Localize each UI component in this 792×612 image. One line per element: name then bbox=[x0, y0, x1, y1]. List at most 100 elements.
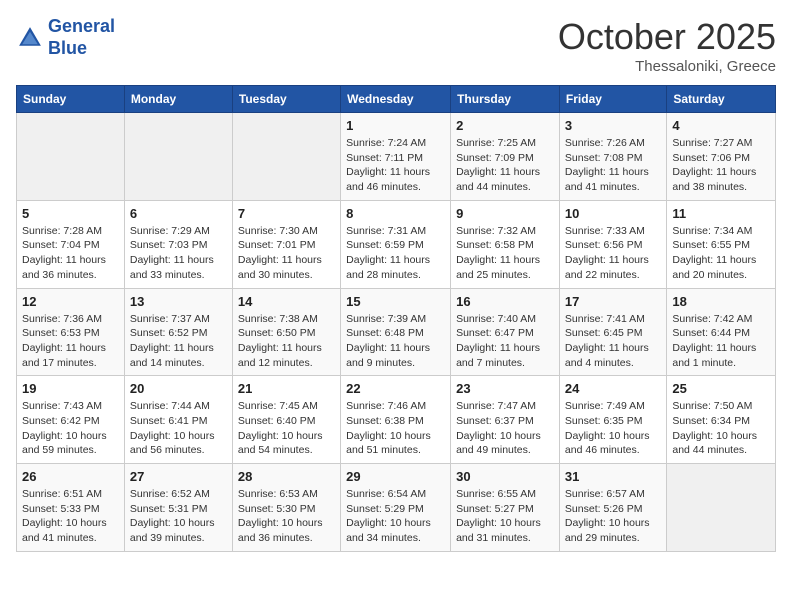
day-number: 15 bbox=[346, 294, 445, 309]
day-number: 22 bbox=[346, 381, 445, 396]
day-info: Sunrise: 7:42 AM Sunset: 6:44 PM Dayligh… bbox=[672, 312, 770, 371]
day-number: 23 bbox=[456, 381, 554, 396]
day-info: Sunrise: 7:34 AM Sunset: 6:55 PM Dayligh… bbox=[672, 224, 770, 283]
calendar-cell: 21 Sunrise: 7:45 AM Sunset: 6:40 PM Dayli… bbox=[232, 376, 340, 464]
day-info: Sunrise: 6:51 AM Sunset: 5:33 PM Dayligh… bbox=[22, 487, 119, 546]
day-number: 5 bbox=[22, 206, 119, 221]
day-info: Sunrise: 7:50 AM Sunset: 6:34 PM Dayligh… bbox=[672, 399, 770, 458]
calendar-week-row: 12Sunrise: 7:36 AM Sunset: 6:53 PM Dayli… bbox=[17, 288, 776, 376]
day-info: Sunrise: 7:36 AM Sunset: 6:53 PM Dayligh… bbox=[22, 312, 119, 371]
day-number: 8 bbox=[346, 206, 445, 221]
logo-line2: Blue bbox=[48, 38, 87, 58]
calendar-header: SundayMondayTuesdayWednesdayThursdayFrid… bbox=[17, 86, 776, 113]
calendar-cell: 26 Sunrise: 6:51 AM Sunset: 5:33 PM Dayli… bbox=[17, 464, 125, 552]
day-number: 29 bbox=[346, 469, 445, 484]
logo: General Blue bbox=[16, 16, 115, 59]
location: Thessaloniki, Greece bbox=[558, 58, 776, 75]
logo-icon bbox=[16, 24, 44, 52]
calendar-cell bbox=[232, 113, 340, 201]
calendar-cell: 27Sunrise: 6:52 AM Sunset: 5:31 PM Dayli… bbox=[124, 464, 232, 552]
day-info: Sunrise: 7:25 AM Sunset: 7:09 PM Dayligh… bbox=[456, 136, 554, 195]
day-number: 20 bbox=[130, 381, 227, 396]
day-number: 30 bbox=[456, 469, 554, 484]
day-info: Sunrise: 6:57 AM Sunset: 5:26 PM Dayligh… bbox=[565, 487, 661, 546]
day-info: Sunrise: 7:27 AM Sunset: 7:06 PM Dayligh… bbox=[672, 136, 770, 195]
logo-text: General Blue bbox=[48, 16, 115, 59]
month-title: October 2025 bbox=[558, 16, 776, 58]
weekday-header: Wednesday bbox=[341, 86, 451, 113]
calendar-cell: 1 Sunrise: 7:24 AM Sunset: 7:11 PM Daylig… bbox=[341, 113, 451, 201]
calendar-cell: 13 Sunrise: 7:37 AM Sunset: 6:52 PM Dayli… bbox=[124, 288, 232, 376]
calendar-cell: 31Sunrise: 6:57 AM Sunset: 5:26 PM Dayli… bbox=[559, 464, 666, 552]
calendar-cell: 29 Sunrise: 6:54 AM Sunset: 5:29 PM Dayli… bbox=[341, 464, 451, 552]
calendar-cell: 23 Sunrise: 7:47 AM Sunset: 6:37 PM Dayli… bbox=[451, 376, 560, 464]
logo-line1: General bbox=[48, 16, 115, 36]
calendar-cell: 19 Sunrise: 7:43 AM Sunset: 6:42 PM Dayli… bbox=[17, 376, 125, 464]
day-info: Sunrise: 7:37 AM Sunset: 6:52 PM Dayligh… bbox=[130, 312, 227, 371]
page-header: General Blue October 2025 Thessaloniki, … bbox=[16, 16, 776, 75]
day-info: Sunrise: 6:52 AM Sunset: 5:31 PM Dayligh… bbox=[130, 487, 227, 546]
calendar-cell: 9 Sunrise: 7:32 AM Sunset: 6:58 PM Daylig… bbox=[451, 200, 560, 288]
calendar-cell: 11 Sunrise: 7:34 AM Sunset: 6:55 PM Dayli… bbox=[667, 200, 776, 288]
day-number: 26 bbox=[22, 469, 119, 484]
day-info: Sunrise: 7:41 AM Sunset: 6:45 PM Dayligh… bbox=[565, 312, 661, 371]
day-number: 13 bbox=[130, 294, 227, 309]
calendar-week-row: 26 Sunrise: 6:51 AM Sunset: 5:33 PM Dayli… bbox=[17, 464, 776, 552]
calendar-cell: 5 Sunrise: 7:28 AM Sunset: 7:04 PM Daylig… bbox=[17, 200, 125, 288]
day-info: Sunrise: 7:30 AM Sunset: 7:01 PM Dayligh… bbox=[238, 224, 335, 283]
day-info: Sunrise: 7:33 AM Sunset: 6:56 PM Dayligh… bbox=[565, 224, 661, 283]
day-info: Sunrise: 7:32 AM Sunset: 6:58 PM Dayligh… bbox=[456, 224, 554, 283]
calendar-cell: 3Sunrise: 7:26 AM Sunset: 7:08 PM Daylig… bbox=[559, 113, 666, 201]
calendar-cell: 2Sunrise: 7:25 AM Sunset: 7:09 PM Daylig… bbox=[451, 113, 560, 201]
weekday-header: Monday bbox=[124, 86, 232, 113]
day-number: 17 bbox=[565, 294, 661, 309]
calendar-cell: 22Sunrise: 7:46 AM Sunset: 6:38 PM Dayli… bbox=[341, 376, 451, 464]
calendar-week-row: 1 Sunrise: 7:24 AM Sunset: 7:11 PM Daylig… bbox=[17, 113, 776, 201]
day-number: 16 bbox=[456, 294, 554, 309]
title-block: October 2025 Thessaloniki, Greece bbox=[558, 16, 776, 75]
day-info: Sunrise: 7:43 AM Sunset: 6:42 PM Dayligh… bbox=[22, 399, 119, 458]
calendar-cell: 17 Sunrise: 7:41 AM Sunset: 6:45 PM Dayli… bbox=[559, 288, 666, 376]
day-info: Sunrise: 7:29 AM Sunset: 7:03 PM Dayligh… bbox=[130, 224, 227, 283]
day-info: Sunrise: 7:44 AM Sunset: 6:41 PM Dayligh… bbox=[130, 399, 227, 458]
day-info: Sunrise: 7:47 AM Sunset: 6:37 PM Dayligh… bbox=[456, 399, 554, 458]
calendar-week-row: 19 Sunrise: 7:43 AM Sunset: 6:42 PM Dayli… bbox=[17, 376, 776, 464]
calendar-table: SundayMondayTuesdayWednesdayThursdayFrid… bbox=[16, 85, 776, 552]
calendar-cell: 18Sunrise: 7:42 AM Sunset: 6:44 PM Dayli… bbox=[667, 288, 776, 376]
day-info: Sunrise: 6:55 AM Sunset: 5:27 PM Dayligh… bbox=[456, 487, 554, 546]
calendar-cell: 20 Sunrise: 7:44 AM Sunset: 6:41 PM Dayli… bbox=[124, 376, 232, 464]
day-info: Sunrise: 7:28 AM Sunset: 7:04 PM Dayligh… bbox=[22, 224, 119, 283]
day-number: 4 bbox=[672, 118, 770, 133]
day-info: Sunrise: 6:54 AM Sunset: 5:29 PM Dayligh… bbox=[346, 487, 445, 546]
calendar-cell: 7 Sunrise: 7:30 AM Sunset: 7:01 PM Daylig… bbox=[232, 200, 340, 288]
day-number: 1 bbox=[346, 118, 445, 133]
day-number: 7 bbox=[238, 206, 335, 221]
day-number: 6 bbox=[130, 206, 227, 221]
day-info: Sunrise: 7:24 AM Sunset: 7:11 PM Dayligh… bbox=[346, 136, 445, 195]
calendar-body: 1 Sunrise: 7:24 AM Sunset: 7:11 PM Daylig… bbox=[17, 113, 776, 552]
weekday-header: Saturday bbox=[667, 86, 776, 113]
day-number: 21 bbox=[238, 381, 335, 396]
calendar-cell: 10Sunrise: 7:33 AM Sunset: 6:56 PM Dayli… bbox=[559, 200, 666, 288]
calendar-cell: 24Sunrise: 7:49 AM Sunset: 6:35 PM Dayli… bbox=[559, 376, 666, 464]
day-number: 28 bbox=[238, 469, 335, 484]
day-info: Sunrise: 7:40 AM Sunset: 6:47 PM Dayligh… bbox=[456, 312, 554, 371]
calendar-cell: 12Sunrise: 7:36 AM Sunset: 6:53 PM Dayli… bbox=[17, 288, 125, 376]
day-number: 19 bbox=[22, 381, 119, 396]
calendar-cell: 8 Sunrise: 7:31 AM Sunset: 6:59 PM Daylig… bbox=[341, 200, 451, 288]
day-number: 9 bbox=[456, 206, 554, 221]
calendar-cell: 25Sunrise: 7:50 AM Sunset: 6:34 PM Dayli… bbox=[667, 376, 776, 464]
calendar-cell: 16 Sunrise: 7:40 AM Sunset: 6:47 PM Dayli… bbox=[451, 288, 560, 376]
day-number: 11 bbox=[672, 206, 770, 221]
day-info: Sunrise: 7:49 AM Sunset: 6:35 PM Dayligh… bbox=[565, 399, 661, 458]
day-info: Sunrise: 7:39 AM Sunset: 6:48 PM Dayligh… bbox=[346, 312, 445, 371]
calendar-cell: 28 Sunrise: 6:53 AM Sunset: 5:30 PM Dayli… bbox=[232, 464, 340, 552]
day-info: Sunrise: 6:53 AM Sunset: 5:30 PM Dayligh… bbox=[238, 487, 335, 546]
day-number: 3 bbox=[565, 118, 661, 133]
calendar-cell: 6 Sunrise: 7:29 AM Sunset: 7:03 PM Daylig… bbox=[124, 200, 232, 288]
day-info: Sunrise: 7:45 AM Sunset: 6:40 PM Dayligh… bbox=[238, 399, 335, 458]
calendar-cell bbox=[124, 113, 232, 201]
weekday-header: Friday bbox=[559, 86, 666, 113]
day-info: Sunrise: 7:31 AM Sunset: 6:59 PM Dayligh… bbox=[346, 224, 445, 283]
calendar-cell bbox=[17, 113, 125, 201]
